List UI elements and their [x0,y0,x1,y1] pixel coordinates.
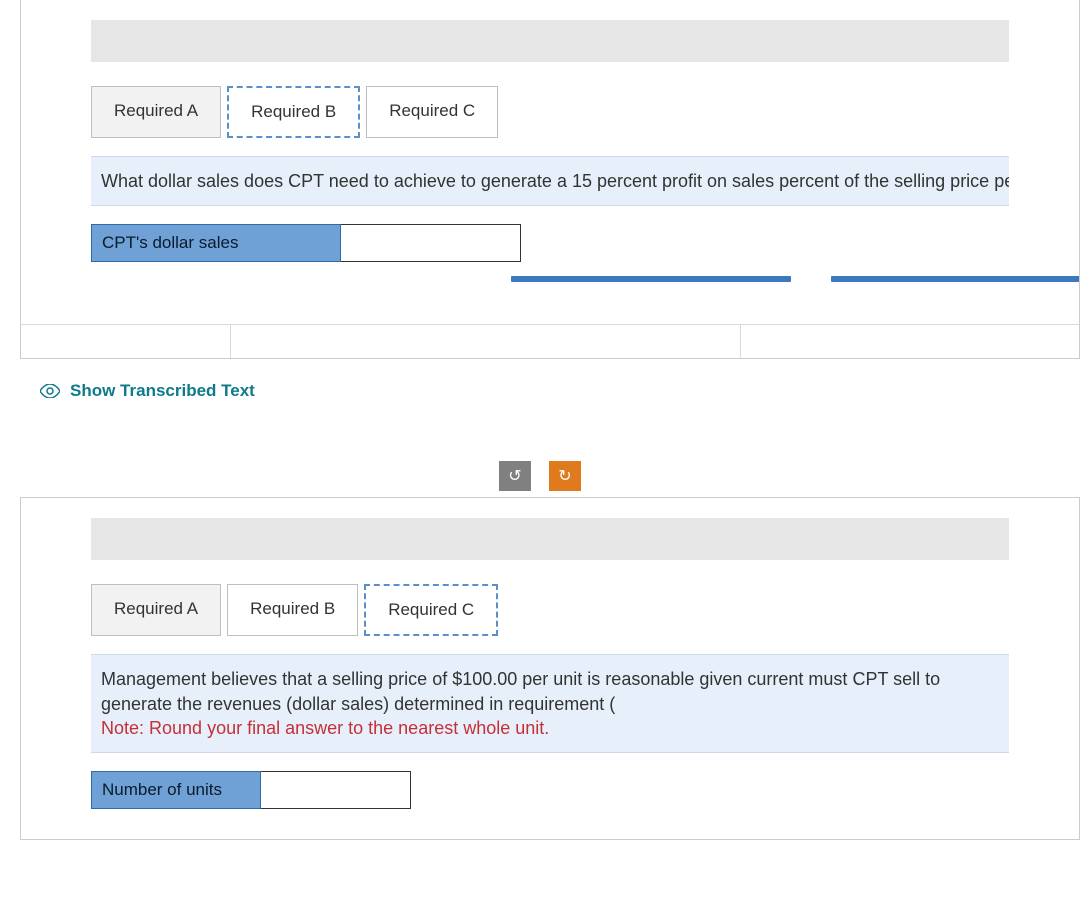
label-dollar-sales: CPT's dollar sales [91,224,341,262]
divider-seg [741,325,1079,359]
hint-bar-right [831,276,1080,282]
divider-seg [21,325,231,359]
show-transcribed-label: Show Transcribed Text [70,381,255,401]
undo-icon: ↺ [508,466,521,486]
question-panel-b: Required A Required B Required C What do… [20,0,1080,359]
input-units[interactable] [261,771,411,809]
grey-band [91,20,1009,62]
input-dollar-sales[interactable] [341,224,521,262]
undo-button[interactable]: ↺ [499,461,531,491]
redo-button[interactable]: ↻ [549,461,581,491]
tab-required-a[interactable]: Required A [91,86,221,138]
tabs-row: Required A Required B Required C [91,86,1079,138]
answer-row-dollar-sales: CPT's dollar sales [91,224,1009,262]
grey-band [91,518,1009,560]
bottom-divider [21,324,1079,358]
label-units: Number of units [91,771,261,809]
answer-row-units: Number of units [91,771,1009,809]
tabs-row: Required A Required B Required C [91,584,1079,636]
tab-required-c[interactable]: Required C [366,86,498,138]
instruction-note: Note: Round your final answer to the nea… [101,718,549,738]
tab-required-b[interactable]: Required B [227,584,358,636]
redo-icon: ↻ [558,466,571,486]
question-panel-c: Required A Required B Required C Managem… [20,497,1080,840]
tab-required-b[interactable]: Required B [227,86,360,138]
instruction-text: Management believes that a selling price… [91,654,1009,753]
tab-required-c[interactable]: Required C [364,584,498,636]
nav-hint-bars [91,276,1009,284]
instruction-main: Management believes that a selling price… [101,669,940,713]
show-transcribed-link[interactable]: Show Transcribed Text [40,381,1080,401]
undo-redo-row: ↺ ↻ [0,461,1080,491]
eye-icon [40,381,60,401]
hint-bar-left [511,276,791,282]
instruction-text: What dollar sales does CPT need to achie… [91,156,1009,206]
tab-required-a[interactable]: Required A [91,584,221,636]
divider-seg [231,325,741,359]
